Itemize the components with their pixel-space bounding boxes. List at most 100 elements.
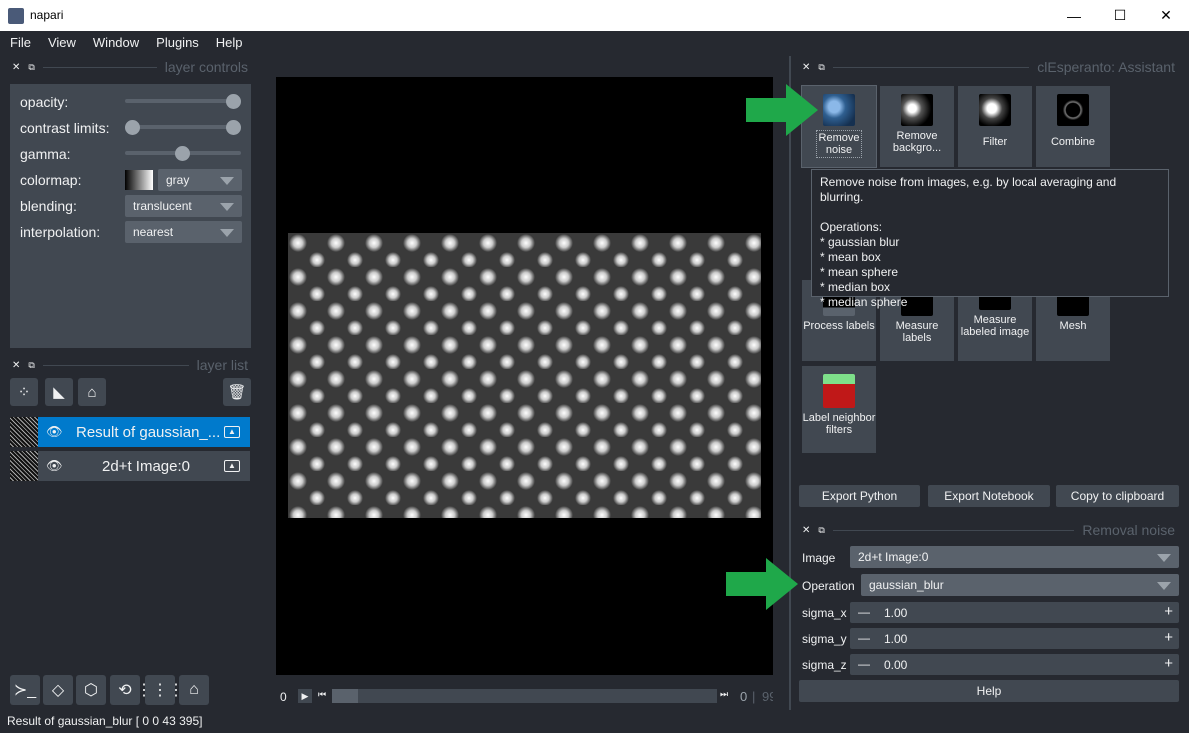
points-icon: ⁘ <box>17 384 31 401</box>
float-dock-icon[interactable]: ⧉ <box>818 62 824 73</box>
assistant-title: clEsperanto: Assistant <box>1037 59 1175 75</box>
colormap-label: colormap: <box>20 172 82 188</box>
tooltip-op: * mean box <box>820 250 881 264</box>
export-python-button[interactable]: Export Python <box>799 485 920 507</box>
menu-file[interactable]: File <box>10 35 31 50</box>
tooltip-description: Remove noise from images, e.g. by local … <box>820 175 1117 204</box>
eye-icon[interactable]: 👁 <box>46 424 66 440</box>
roll-dims-button[interactable]: ⬡ <box>76 675 106 705</box>
layer-controls-panel: opacity: contrast limits: gamma: colorma… <box>10 84 251 348</box>
console-button[interactable]: ≻_ <box>10 675 40 705</box>
minus-icon: — <box>858 605 870 619</box>
tile-filter[interactable]: Filter <box>958 86 1032 167</box>
grid-button[interactable]: ⋮⋮⋮ <box>136 675 184 705</box>
tile-remove-background[interactable]: Remove backgro... <box>880 86 954 167</box>
tile-combine[interactable]: Combine <box>1036 86 1110 167</box>
contrast-limits-label: contrast limits: <box>20 120 110 136</box>
filter-icon <box>979 94 1011 126</box>
tile-label: Measure labels <box>895 320 939 344</box>
layer-thumbnail <box>10 417 38 447</box>
chevron-down-icon <box>1157 582 1171 590</box>
title-bar: napari — ☐ ✕ <box>0 0 1189 31</box>
sigma-y-spinbox[interactable]: —1.00 + <box>850 628 1179 649</box>
float-dock-icon[interactable]: ⧉ <box>28 360 34 371</box>
remove-background-icon <box>901 94 933 126</box>
menu-plugins[interactable]: Plugins <box>156 35 199 50</box>
menu-window[interactable]: Window <box>93 35 139 50</box>
tooltip-op: * median sphere <box>820 295 908 309</box>
contrast-limits-slider[interactable] <box>125 120 241 135</box>
colormap-combo[interactable]: gray <box>158 169 242 191</box>
terminal-icon: ≻_ <box>13 682 37 699</box>
combine-icon <box>1057 94 1089 126</box>
home-button[interactable]: ⌂ <box>179 675 209 705</box>
close-dock-icon[interactable]: ✕ <box>12 62 20 73</box>
removal-noise-header: ✕ ⧉ Removal noise <box>802 521 1175 539</box>
eye-icon[interactable]: 👁 <box>46 458 66 474</box>
ndisplay-button[interactable]: ◇ <box>43 675 73 705</box>
sigma-x-spinbox[interactable]: —1.00 + <box>850 602 1179 623</box>
new-points-layer-button[interactable]: ⁘ <box>10 378 38 406</box>
plus-icon: + <box>1164 655 1173 672</box>
layer-name: 2d+t Image:0 <box>102 457 190 475</box>
float-dock-icon[interactable]: ⧉ <box>818 525 824 536</box>
float-dock-icon[interactable]: ⧉ <box>28 62 34 73</box>
layer-item[interactable]: 👁 2d+t Image:0 ▲ <box>10 451 250 481</box>
frame-slider[interactable] <box>332 689 717 703</box>
layer-item[interactable]: 👁 Result of gaussian_... ▲ <box>10 417 250 447</box>
opacity-slider[interactable] <box>125 94 241 109</box>
chevron-down-icon <box>1157 554 1171 562</box>
blending-label: blending: <box>20 198 77 214</box>
step-back-icon: ⏮ <box>318 689 327 699</box>
tile-label: Remove noise <box>816 130 862 158</box>
image-label: Image <box>802 551 836 565</box>
label-tag-icon: ⌂ <box>87 383 97 401</box>
operation-label: Operation <box>802 579 855 593</box>
trash-icon: 🗑 <box>227 384 247 401</box>
layer-thumbnail <box>10 451 38 481</box>
chevron-down-icon <box>220 203 234 211</box>
dock-splitter[interactable] <box>789 56 791 710</box>
annotation-arrow-icon <box>726 558 798 610</box>
sigma-z-spinbox[interactable]: —0.00 + <box>850 654 1179 675</box>
image-combo[interactable]: 2d+t Image:0 <box>850 546 1179 568</box>
tile-label: Combine <box>1050 136 1096 148</box>
opacity-label: opacity: <box>20 94 69 110</box>
menu-help[interactable]: Help <box>216 35 243 50</box>
delete-layer-button[interactable]: 🗑 <box>223 378 251 406</box>
tile-label-neighbor-filters[interactable]: Label neighbor filters <box>802 366 876 453</box>
image-layer-icon: ▲ <box>224 460 240 472</box>
interpolation-combo[interactable]: nearest <box>125 221 242 243</box>
help-button[interactable]: Help <box>799 680 1179 702</box>
tile-label: Mesh <box>1059 320 1087 332</box>
export-notebook-button[interactable]: Export Notebook <box>928 485 1050 507</box>
new-shapes-layer-button[interactable]: ◣ <box>45 378 73 406</box>
maximize-button[interactable]: ☐ <box>1097 0 1143 31</box>
frame-start: 0 <box>280 690 287 704</box>
blending-combo[interactable]: translucent <box>125 195 242 217</box>
gamma-slider[interactable] <box>125 146 241 161</box>
close-dock-icon[interactable]: ✕ <box>802 62 810 73</box>
step-forward-button[interactable]: ⏭ <box>720 689 730 703</box>
chevron-down-icon <box>220 177 234 185</box>
operation-combo[interactable]: gaussian_blur <box>861 574 1179 596</box>
copy-to-clipboard-button[interactable]: Copy to clipboard <box>1056 485 1179 507</box>
menu-view[interactable]: View <box>48 35 76 50</box>
minimize-button[interactable]: — <box>1051 0 1097 31</box>
shapes-icon: ◣ <box>53 384 65 401</box>
layer-controls-title: layer controls <box>164 59 248 75</box>
play-icon: ▶ <box>301 691 309 701</box>
close-dock-icon[interactable]: ✕ <box>12 360 20 371</box>
layer-list-header: ✕ ⧉ layer list <box>12 356 248 374</box>
tooltip-op: * mean sphere <box>820 265 899 279</box>
step-back-button[interactable]: ⏮ <box>318 689 328 703</box>
colormap-preview <box>125 170 153 190</box>
step-forward-icon: ⏭ <box>720 689 729 699</box>
sigma-x-label: sigma_x <box>802 606 847 620</box>
new-labels-layer-button[interactable]: ⌂ <box>78 378 106 406</box>
close-button[interactable]: ✕ <box>1143 0 1189 31</box>
close-dock-icon[interactable]: ✕ <box>802 525 810 536</box>
play-button[interactable]: ▶ <box>298 689 312 703</box>
layer-name: Result of gaussian_... <box>76 423 221 441</box>
napari-app-icon <box>8 8 24 24</box>
